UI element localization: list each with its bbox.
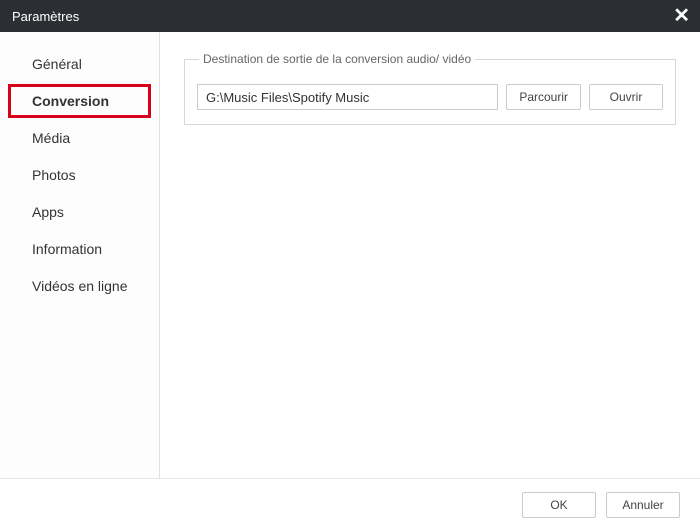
window-title: Paramètres <box>12 9 79 24</box>
destination-group: Destination de sortie de la conversion a… <box>184 52 676 125</box>
sidebar-item-conversion[interactable]: Conversion <box>8 84 151 118</box>
sidebar-item-videos-en-ligne[interactable]: Vidéos en ligne <box>8 269 151 303</box>
open-button[interactable]: Ouvrir <box>589 84 663 110</box>
sidebar-item-photos[interactable]: Photos <box>8 158 151 192</box>
sidebar-item-apps[interactable]: Apps <box>8 195 151 229</box>
cancel-button[interactable]: Annuler <box>606 492 680 518</box>
sidebar-item-media[interactable]: Média <box>8 121 151 155</box>
destination-path-input[interactable] <box>197 84 498 110</box>
content-pane: Destination de sortie de la conversion a… <box>160 32 700 478</box>
footer: OK Annuler <box>0 478 700 530</box>
ok-button[interactable]: OK <box>522 492 596 518</box>
sidebar: Général Conversion Média Photos Apps Inf… <box>0 32 160 478</box>
destination-legend: Destination de sortie de la conversion a… <box>199 52 475 66</box>
destination-row: Parcourir Ouvrir <box>197 84 663 110</box>
close-icon[interactable]: ✕ <box>673 6 690 26</box>
body: Général Conversion Média Photos Apps Inf… <box>0 32 700 478</box>
sidebar-item-general[interactable]: Général <box>8 47 151 81</box>
browse-button[interactable]: Parcourir <box>506 84 581 110</box>
sidebar-item-information[interactable]: Information <box>8 232 151 266</box>
titlebar: Paramètres ✕ <box>0 0 700 32</box>
